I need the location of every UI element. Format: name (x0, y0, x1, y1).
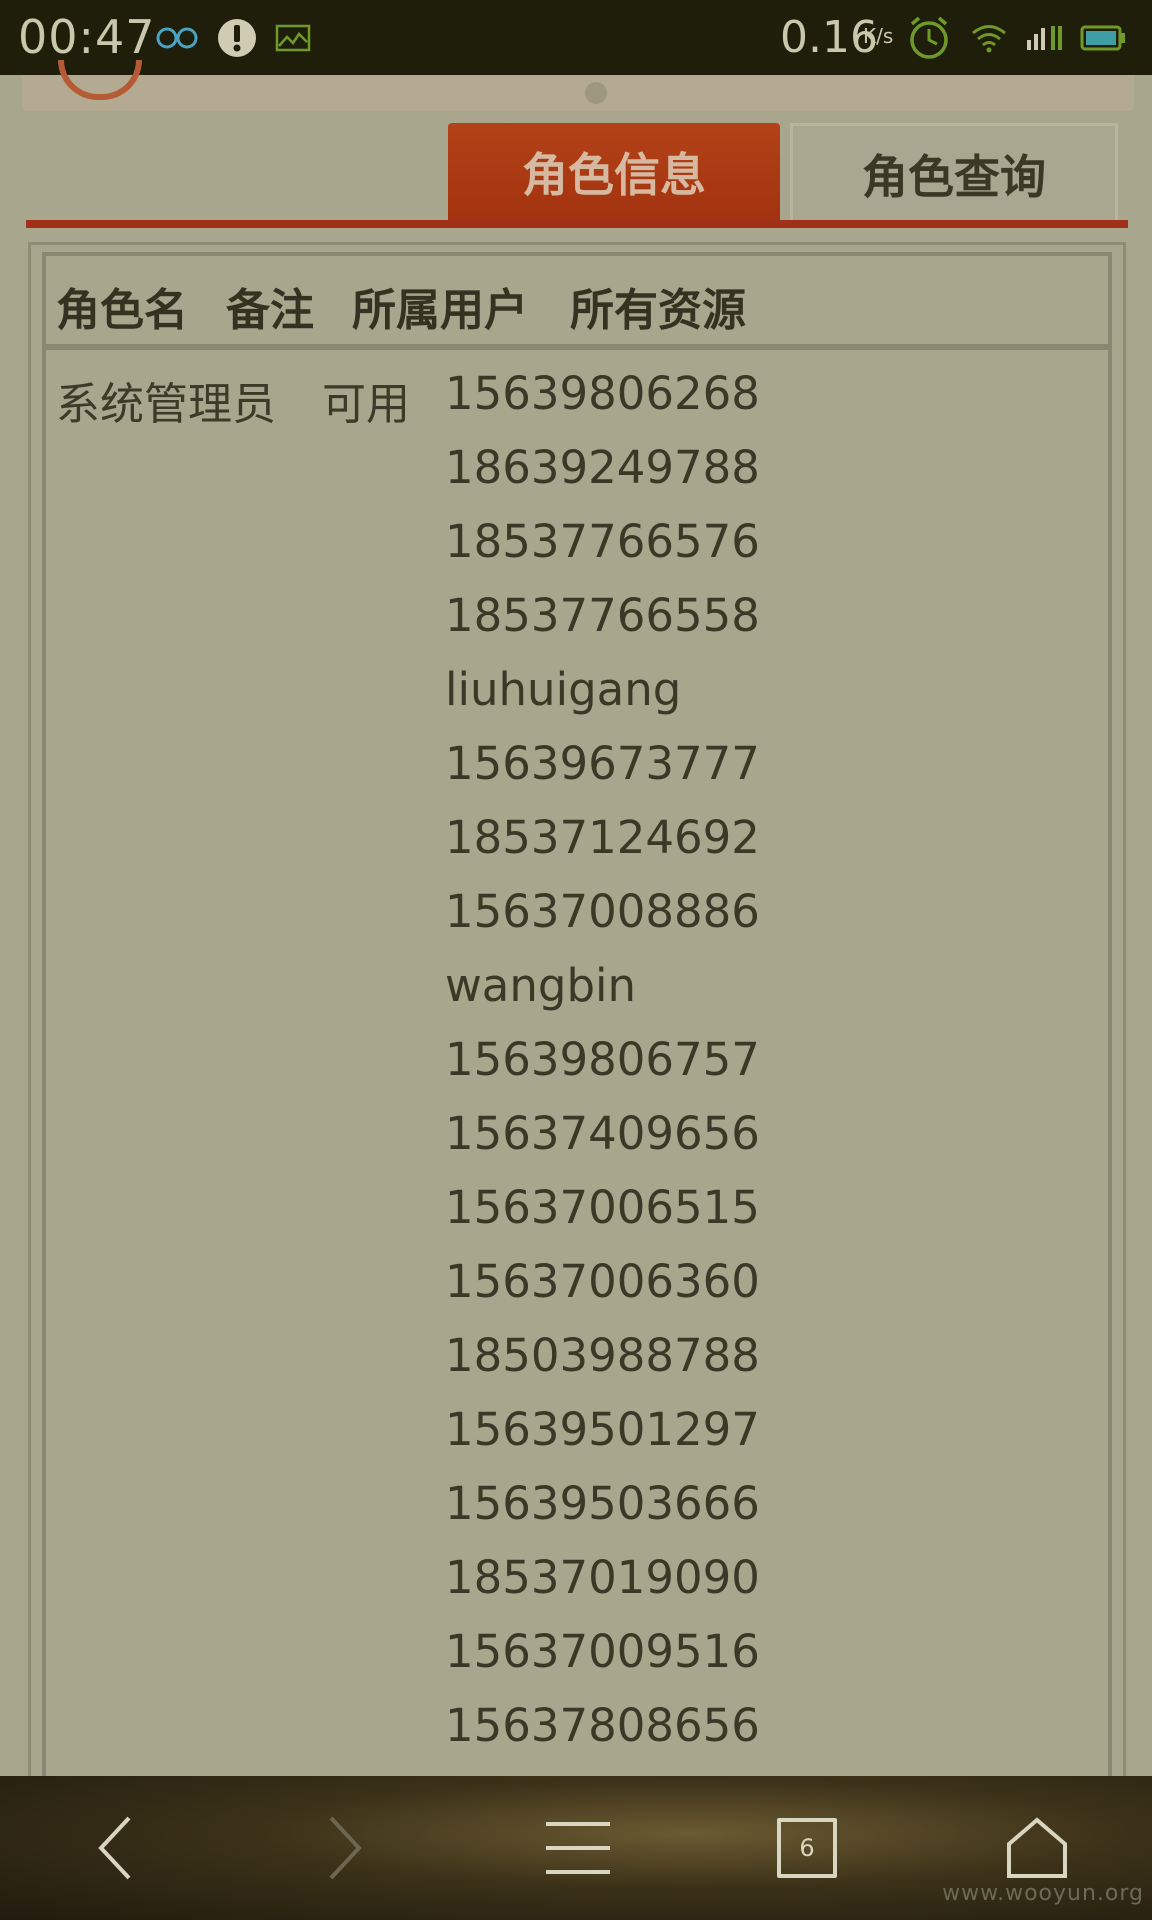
table-header: 角色名 备注 所属用户 所有资源 (46, 256, 1108, 350)
tab-counter-icon: 6 (777, 1818, 837, 1878)
list-item: 15637009516 (445, 1625, 760, 1678)
battery-icon (1080, 0, 1126, 75)
tabs-button[interactable]: 6 (772, 1776, 842, 1920)
list-item: 18537124692 (445, 811, 760, 864)
list-item: 15637006360 (445, 1255, 760, 1308)
list-item: wangbin (445, 959, 637, 1012)
list-item: 18537766576 (445, 515, 760, 568)
header-role-name: 角色名 (56, 285, 188, 336)
list-item: 15639806757 (445, 1033, 760, 1086)
back-button[interactable] (80, 1776, 150, 1920)
list-item: 15637808656 (445, 1699, 760, 1752)
alarm-icon (906, 0, 952, 75)
list-item: 18537019090 (445, 1551, 760, 1604)
chevron-right-icon (329, 1816, 362, 1880)
home-icon (1007, 1817, 1067, 1878)
menu-button[interactable] (538, 1776, 618, 1920)
alert-icon (215, 0, 259, 75)
cell-note: 可用 (322, 379, 410, 430)
image-icon (275, 0, 311, 75)
tab-underline (26, 220, 1128, 228)
list-item: 15639501297 (445, 1403, 760, 1456)
header-resources: 所有资源 (570, 285, 746, 336)
forward-button[interactable] (310, 1776, 380, 1920)
tab-count: 6 (799, 1834, 815, 1862)
list-item: 18537766558 (445, 589, 760, 642)
signal-icon (1025, 0, 1065, 75)
header-banner (22, 75, 1134, 111)
list-item: 15637006515 (445, 1181, 760, 1234)
cell-role-name: 系统管理员 (56, 379, 276, 430)
user-list: 15639806268 18639249788 18537766576 1853… (445, 365, 760, 1771)
browser-bottom-bar: 6 www.wooyun.org (0, 1776, 1152, 1920)
wifi-icon (970, 0, 1008, 75)
header-note: 备注 (226, 285, 314, 336)
chevron-left-icon (98, 1816, 131, 1880)
list-item: 15637409656 (445, 1107, 760, 1160)
list-item: 15639673777 (445, 737, 760, 790)
watermark: www.wooyun.org (942, 1881, 1144, 1906)
infinity-icon (155, 0, 199, 75)
status-bar: 00:47 0.16 K/s (0, 0, 1152, 75)
status-time: 00:47 (18, 10, 156, 64)
network-speed-unit: K/s (863, 24, 894, 48)
list-item: 15637008886 (445, 885, 760, 938)
tab-role-query[interactable]: 角色查询 (790, 123, 1118, 221)
list-item: 15639503666 (445, 1477, 760, 1530)
list-item: 18503988788 (445, 1329, 760, 1382)
header-users: 所属用户 (352, 285, 528, 336)
list-item: 15639806268 (445, 367, 760, 420)
banner-decoration (585, 82, 607, 104)
list-item: liuhuigang (445, 663, 682, 716)
list-item: 18639249788 (445, 441, 760, 494)
menu-icon (546, 1822, 610, 1874)
tab-role-info[interactable]: 角色信息 (448, 123, 780, 221)
